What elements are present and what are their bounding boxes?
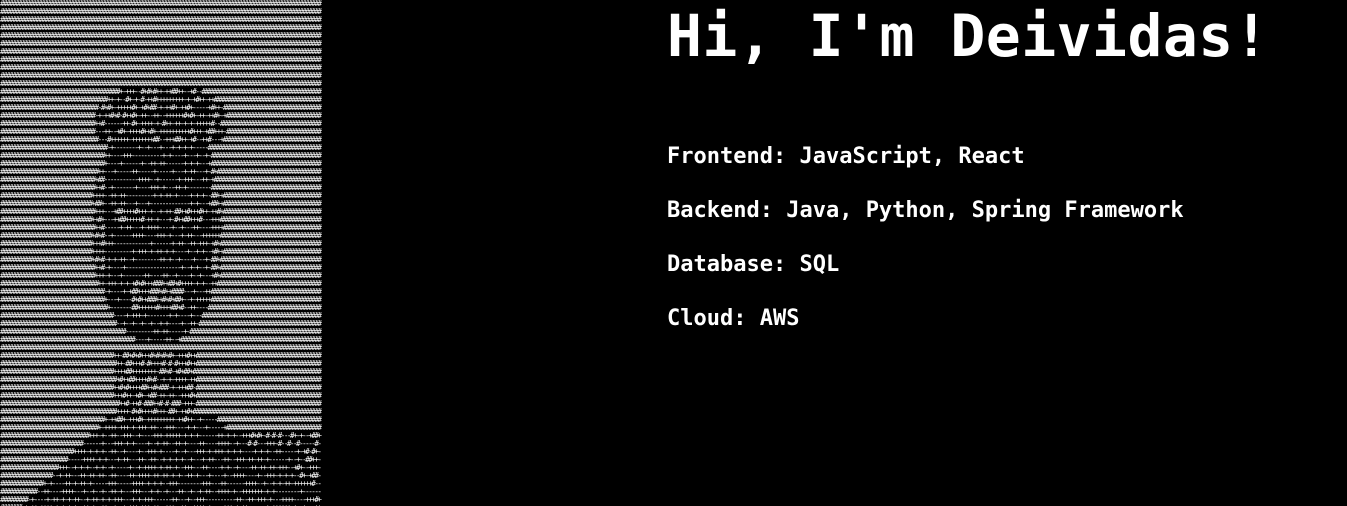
skill-database: Database: SQL bbox=[667, 249, 1184, 303]
skill-cloud: Cloud: AWS bbox=[667, 303, 1184, 357]
skill-label: Database: bbox=[667, 252, 787, 277]
skills-list: Frontend: JavaScript, React Backend: Jav… bbox=[667, 141, 1184, 357]
skill-frontend: Frontend: JavaScript, React bbox=[667, 141, 1184, 195]
ascii-portrait-art: ########################################… bbox=[0, 0, 322, 506]
skill-label: Backend: bbox=[667, 198, 773, 223]
skill-value: SQL bbox=[799, 252, 840, 277]
skill-value: Java, Python, Spring Framework bbox=[786, 198, 1184, 223]
skill-value: AWS bbox=[759, 306, 800, 331]
page: ########################################… bbox=[0, 0, 1347, 506]
skill-label: Frontend: bbox=[667, 144, 787, 169]
skill-value: JavaScript, React bbox=[799, 144, 1025, 169]
skill-backend: Backend: Java, Python, Spring Framework bbox=[667, 195, 1184, 249]
page-title: Hi, I'm Deividas! bbox=[667, 2, 1270, 70]
skill-label: Cloud: bbox=[667, 306, 747, 331]
ascii-portrait: ########################################… bbox=[0, 0, 636, 506]
intro-section: Hi, I'm Deividas! Frontend: JavaScript, … bbox=[667, 0, 1347, 331]
